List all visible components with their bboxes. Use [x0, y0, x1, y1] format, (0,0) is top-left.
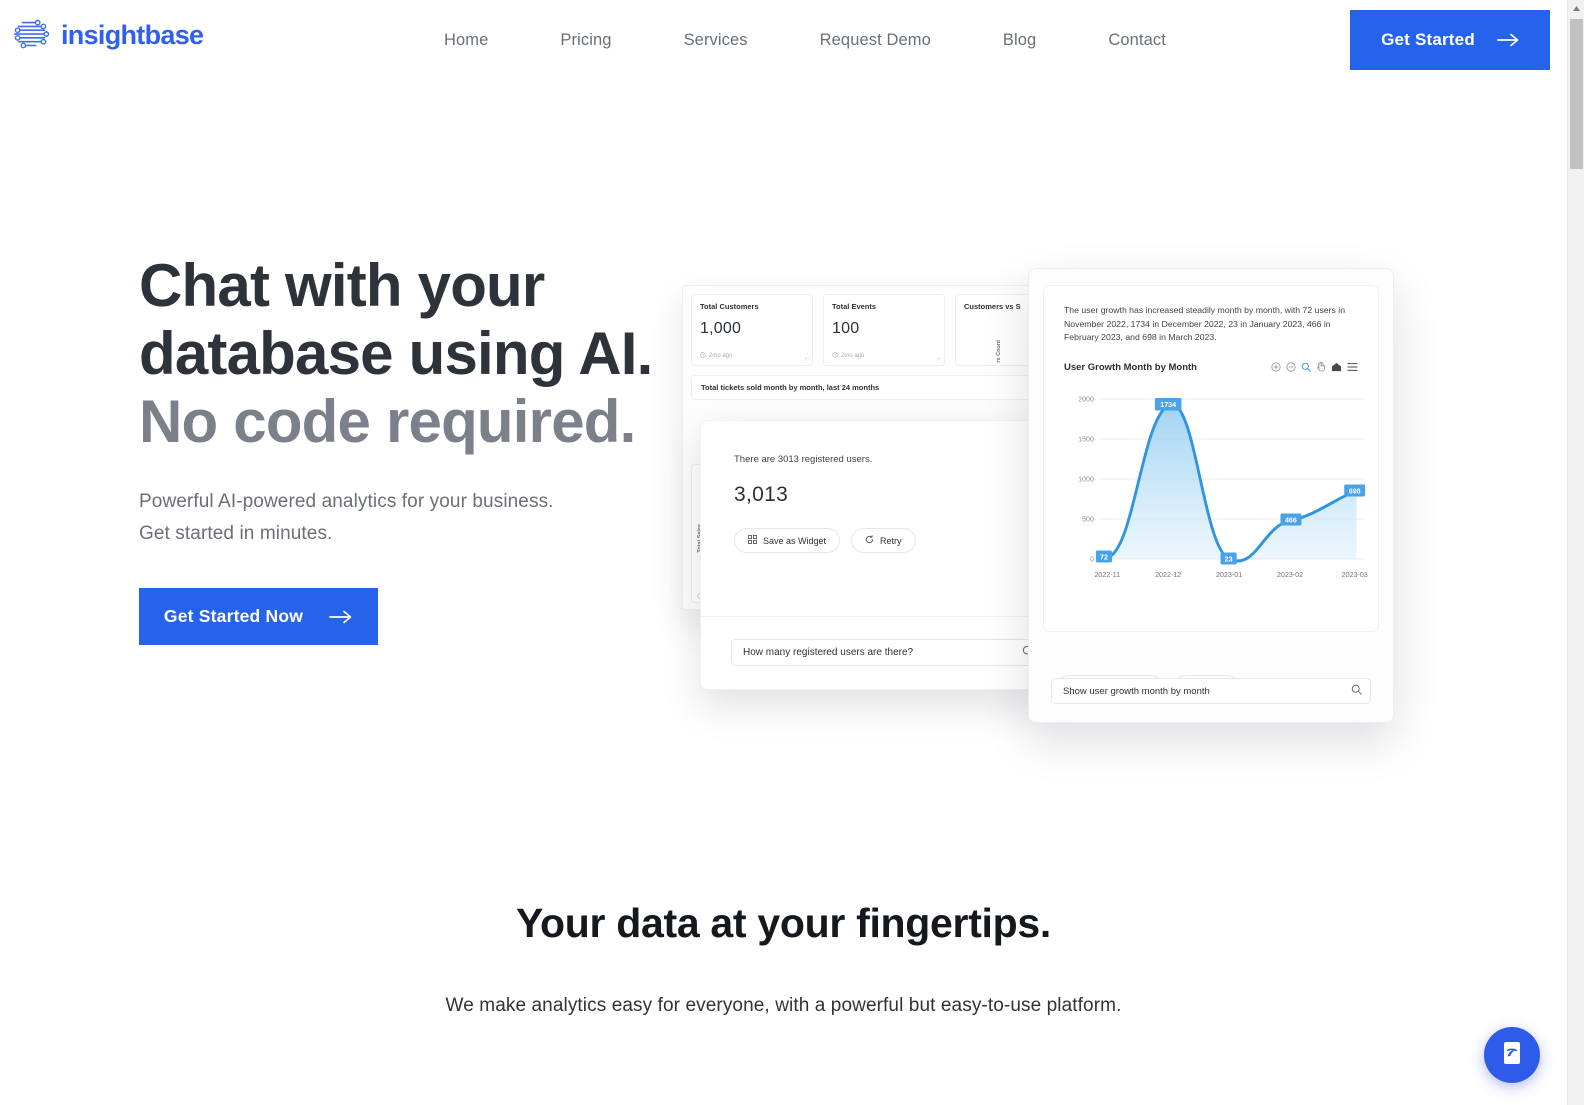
get-started-button[interactable]: Get Started: [1350, 10, 1550, 70]
svg-text:1734: 1734: [1160, 399, 1177, 408]
refresh-icon: [865, 535, 874, 546]
search-icon: [1351, 682, 1362, 700]
kpi-meta-text: 2mo ago: [709, 353, 733, 359]
retry-button[interactable]: Retry: [851, 528, 916, 553]
user-growth-chart: 2000 1500 1000 500 0 2022-11 2022-12 202…: [1054, 385, 1368, 597]
widget-grid-icon: [748, 535, 757, 546]
svg-text:0: 0: [1090, 554, 1094, 563]
kpi-row: Total Customers 1,000 2mo ago ⌐ Total Ev…: [683, 286, 1071, 366]
nav-item-home[interactable]: Home: [430, 31, 524, 50]
hero-copy: Chat with your database using AI. No cod…: [139, 252, 699, 645]
save-as-widget-button[interactable]: Save as Widget: [734, 528, 841, 553]
kpi-value: 1,000: [700, 320, 742, 337]
y-axis-label: rs Count: [996, 340, 1002, 363]
svg-text:2022-12: 2022-12: [1155, 569, 1181, 578]
svg-text:2022-11: 2022-11: [1094, 569, 1120, 578]
page-title: Chat with your database using AI. No cod…: [139, 252, 699, 456]
answer-card: There are 3013 registered users. 3,013 S…: [700, 420, 1045, 690]
kpi-meta: 2mo ago: [832, 352, 864, 360]
nav-item-pricing[interactable]: Pricing: [524, 31, 647, 50]
hero-subtitle-line-1: Powerful AI-powered analytics for your b…: [139, 491, 554, 512]
arrow-right-icon: [329, 610, 353, 624]
get-started-now-button[interactable]: Get Started Now: [139, 588, 378, 645]
hero-subtitle-line-2: Get started in minutes.: [139, 523, 333, 544]
kpi-meta: 2mo ago: [700, 352, 732, 360]
zoom-in-icon[interactable]: [1271, 359, 1281, 377]
nav-item-contact[interactable]: Contact: [1072, 31, 1202, 50]
resize-handle-icon[interactable]: ⌐: [937, 356, 941, 363]
main-nav: Home Pricing Services Request Demo Blog …: [430, 0, 1202, 80]
panning-icon[interactable]: [1316, 359, 1326, 377]
chat-widget-button[interactable]: [1484, 1027, 1540, 1083]
scrollbar-thumb[interactable]: [1570, 19, 1583, 169]
resize-handle-icon[interactable]: ⌐: [805, 356, 809, 363]
save-as-widget-label: Save as Widget: [763, 535, 827, 546]
logo[interactable]: insightbase: [10, 14, 204, 56]
chart-toolbar: [1271, 359, 1358, 377]
clock-icon: [832, 352, 838, 360]
svg-text:466: 466: [1285, 515, 1297, 524]
arrow-right-icon: [1497, 33, 1519, 47]
answer-text: There are 3013 registered users.: [734, 454, 873, 465]
kpi-label: Total Events: [832, 302, 877, 311]
svg-text:2000: 2000: [1078, 394, 1094, 403]
chart-area-fill: [1107, 403, 1357, 561]
widget-title-tickets: Total tickets sold month by month, last …: [691, 375, 1063, 400]
get-started-button-label: Get Started: [1381, 30, 1475, 49]
divider: [701, 616, 1044, 617]
logo-text: insightbase: [61, 19, 204, 50]
chart-header: User Growth Month by Month: [1044, 345, 1378, 377]
svg-text:1000: 1000: [1078, 474, 1094, 483]
svg-text:72: 72: [1100, 552, 1108, 561]
chart-description: The user growth has increased steadily m…: [1064, 305, 1346, 342]
clock-icon: [700, 352, 706, 360]
insightbase-logo-icon: [10, 14, 52, 56]
reset-home-icon[interactable]: [1331, 359, 1342, 377]
svg-text:2023-02: 2023-02: [1277, 569, 1303, 578]
query-input[interactable]: [731, 639, 1014, 666]
svg-text:698: 698: [1349, 486, 1361, 495]
kpi-label: Total Customers: [700, 302, 759, 311]
kpi-total-events: Total Events 100 2mo ago ⌐: [823, 294, 945, 366]
menu-icon[interactable]: [1347, 359, 1358, 377]
scroll-up-arrow-icon[interactable]: [1568, 0, 1584, 17]
kpi-meta-text: 2mo ago: [841, 353, 865, 359]
svg-text:23: 23: [1225, 554, 1233, 563]
site-header: insightbase Home Pricing Services Reques…: [0, 0, 1567, 80]
section-subtitle: We make analytics easy for everyone, wit…: [445, 995, 1122, 1016]
nav-item-request-demo[interactable]: Request Demo: [784, 31, 967, 50]
zoom-out-icon[interactable]: [1286, 359, 1296, 377]
kpi-total-customers: Total Customers 1,000 2mo ago ⌐: [691, 294, 813, 366]
svg-text:2023-01: 2023-01: [1216, 569, 1242, 578]
answer-actions: Save as Widget Retry: [701, 507, 1044, 553]
svg-text:500: 500: [1082, 514, 1094, 523]
hero-title-line-1: Chat with your: [139, 252, 545, 319]
selection-zoom-icon[interactable]: [1301, 359, 1311, 377]
section-title: Your data at your fingertips.: [516, 900, 1051, 946]
query-input[interactable]: [1051, 678, 1343, 704]
kpi-value: 100: [832, 320, 860, 337]
answer-search-row: [731, 639, 1044, 666]
chart-title: User Growth Month by Month: [1064, 362, 1197, 373]
page-root: insightbase Home Pricing Services Reques…: [0, 0, 1584, 1105]
vertical-scrollbar[interactable]: [1567, 0, 1584, 1105]
search-button[interactable]: [1343, 678, 1371, 704]
get-started-now-label: Get Started Now: [163, 606, 304, 626]
hero-title-line-2: database using AI.: [139, 320, 653, 387]
nav-item-blog[interactable]: Blog: [967, 31, 1072, 50]
product-screenshot-mockup: Total Customers 1,000 2mo ago ⌐ Total Ev…: [660, 250, 1420, 730]
svg-text:1500: 1500: [1078, 434, 1094, 443]
answer-value: 3,013: [734, 483, 789, 506]
chart-card-inner: The user growth has increased steadily m…: [1043, 285, 1379, 632]
chat-bubble-icon: [1498, 1039, 1526, 1072]
nav-item-services[interactable]: Services: [648, 31, 784, 50]
features-intro-section: Your data at your fingertips. We make an…: [0, 900, 1567, 1017]
svg-text:2023-03: 2023-03: [1342, 569, 1368, 578]
hero-title-line-3: No code required.: [139, 388, 636, 455]
retry-label: Retry: [880, 535, 902, 546]
chart-card: The user growth has increased steadily m…: [1028, 268, 1394, 723]
hero-subtitle: Powerful AI-powered analytics for your b…: [139, 486, 699, 550]
chart-search-row: [1051, 678, 1371, 704]
